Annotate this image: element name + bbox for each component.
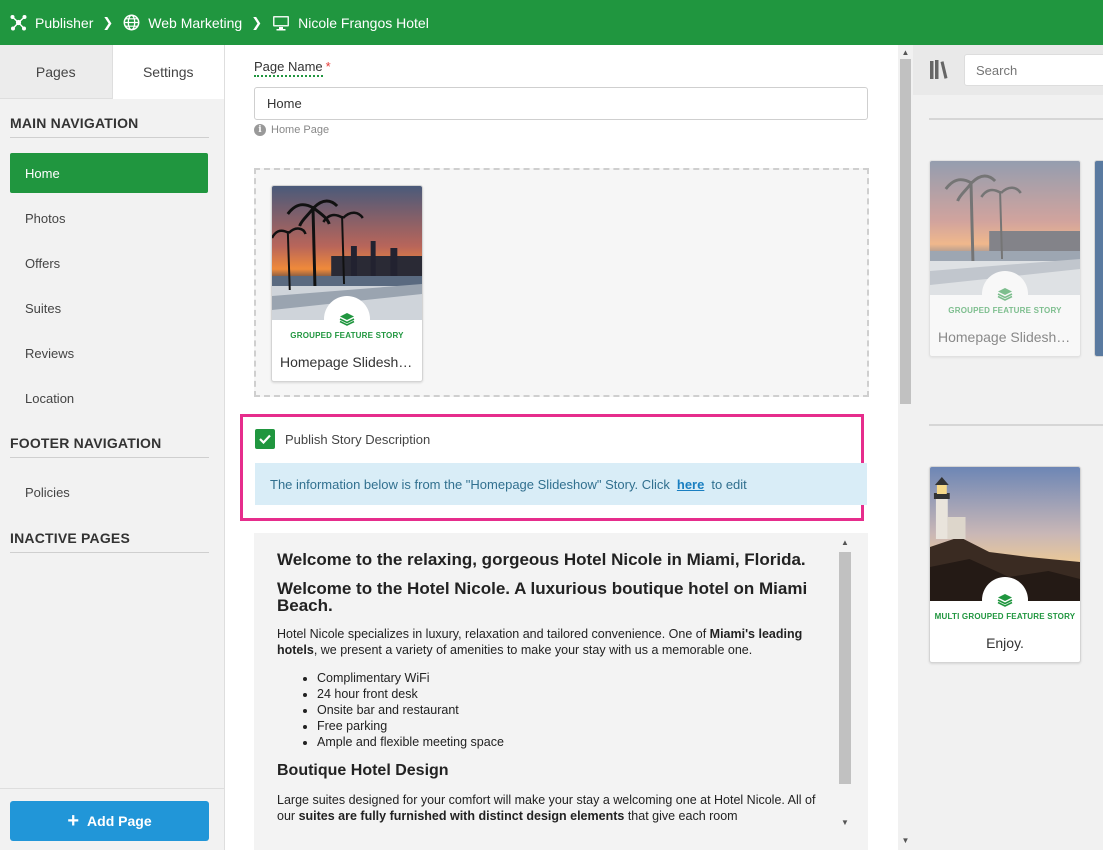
publish-description-section: Publish Story Description The informatio…	[240, 414, 867, 521]
add-page-label: Add Page	[87, 813, 152, 829]
library-card[interactable]: GROUPED FEATURE STORY Homepage Slideshow	[929, 160, 1081, 357]
plus-icon: +	[67, 810, 80, 832]
globe-icon	[123, 14, 140, 31]
story-kind-label: MULTI GROUPED FEATURE STORY	[934, 612, 1076, 621]
page-name-label-row: Page Name *	[254, 59, 331, 77]
library-icon[interactable]	[929, 59, 949, 86]
sidebar-item-photos[interactable]: Photos	[10, 198, 208, 238]
divider	[929, 424, 1103, 426]
preview-heading-2: Welcome to the Hotel Nicole. A luxurious…	[277, 579, 808, 615]
checkmark-icon	[259, 434, 271, 444]
footer-navigation-title: FOOTER NAVIGATION	[10, 435, 209, 458]
editor-scrollbar[interactable]: ▲ ▼	[898, 45, 913, 850]
sidebar-item-location[interactable]: Location	[10, 378, 208, 418]
edit-story-link[interactable]: here	[677, 477, 704, 492]
story-library-panel: GROUPED FEATURE STORY Homepage Slideshow	[913, 45, 1103, 850]
page-name-label: Page Name	[254, 59, 323, 77]
preview-scroll-thumb[interactable]	[839, 552, 851, 784]
required-mark: *	[325, 59, 331, 74]
library-card[interactable]: MULTI GROUPED FEATURE STORY Enjoy.	[929, 466, 1081, 663]
inactive-pages-title: INACTIVE PAGES	[10, 530, 209, 553]
preview-paragraph-2: Large suites designed for your comfort w…	[277, 793, 816, 823]
story-description-preview: Welcome to the relaxing, gorgeous Hotel …	[254, 533, 868, 850]
story-info-alert: The information below is from the "Homep…	[255, 463, 867, 505]
divider	[929, 118, 1103, 120]
editor-scroll-thumb[interactable]	[900, 59, 911, 404]
story-title: Homepage Slideshow	[280, 354, 417, 370]
sidebar-item-reviews[interactable]: Reviews	[10, 333, 208, 373]
list-item: Free parking	[317, 718, 832, 734]
tab-settings[interactable]: Settings	[112, 45, 224, 99]
breadcrumb-publisher[interactable]: Publisher	[10, 14, 93, 31]
tab-pages[interactable]: Pages	[0, 45, 113, 99]
preview-heading-3: Boutique Hotel Design	[277, 762, 449, 779]
story-title: Enjoy.	[986, 635, 1024, 651]
breadcrumb-hotel[interactable]: Nicole Frangos Hotel	[272, 15, 429, 31]
preview-scrollbar[interactable]: ▲ ▼	[839, 538, 851, 828]
sidebar-item-home[interactable]: Home	[10, 153, 208, 193]
breadcrumb-label: Nicole Frangos Hotel	[298, 14, 429, 31]
sidebar-item-offers[interactable]: Offers	[10, 243, 208, 283]
amenities-list: Complimentary WiFi 24 hour front desk On…	[317, 670, 832, 750]
list-item: Onsite bar and restaurant	[317, 702, 832, 718]
hint-text: Home Page	[271, 124, 330, 136]
publish-description-label: Publish Story Description	[285, 432, 431, 447]
top-breadcrumb-bar: Publisher ❯ Web Marketing ❯ Nicole Frang…	[0, 0, 1103, 45]
sidebar-tabs: Pages Settings	[0, 45, 224, 99]
sidebar-item-policies[interactable]: Policies	[10, 472, 208, 512]
list-item: Ample and flexible meeting space	[317, 734, 832, 750]
pages-sidebar: Pages Settings MAIN NAVIGATION Home Phot…	[0, 45, 225, 850]
chevron-right-icon: ❯	[102, 14, 114, 30]
add-page-button[interactable]: + Add Page	[10, 801, 209, 841]
library-header	[913, 45, 1103, 95]
breadcrumb-label: Publisher	[35, 14, 94, 31]
breadcrumb-web-marketing[interactable]: Web Marketing	[123, 14, 242, 31]
library-card-partial[interactable]	[1094, 160, 1103, 357]
page-name-hint: i Home Page	[254, 124, 329, 136]
sidebar-divider	[0, 788, 224, 789]
scroll-down-icon[interactable]: ▼	[839, 818, 851, 827]
story-kind-label: GROUPED FEATURE STORY	[290, 331, 404, 340]
breadcrumb-label: Web Marketing	[148, 14, 243, 31]
info-suffix: to edit	[711, 476, 747, 492]
scroll-down-icon[interactable]: ▼	[898, 836, 913, 845]
info-icon: i	[254, 124, 266, 136]
publish-description-checkbox[interactable]	[255, 429, 275, 449]
list-item: Complimentary WiFi	[317, 670, 832, 686]
preview-heading-1: Welcome to the relaxing, gorgeous Hotel …	[277, 550, 806, 569]
preview-content: Welcome to the relaxing, gorgeous Hotel …	[277, 551, 832, 836]
list-item: 24 hour front desk	[317, 686, 832, 702]
scroll-up-icon[interactable]: ▲	[839, 538, 851, 547]
story-card[interactable]: GROUPED FEATURE STORY Homepage Slideshow	[271, 185, 423, 382]
story-title: Homepage Slideshow	[938, 329, 1075, 345]
info-prefix: The information below is from the "Homep…	[270, 476, 670, 492]
main-navigation-title: MAIN NAVIGATION	[10, 115, 209, 138]
preview-paragraph-1: Hotel Nicole specializes in luxury, rela…	[277, 627, 803, 657]
chevron-right-icon: ❯	[251, 14, 263, 30]
library-search-input[interactable]	[964, 54, 1103, 86]
page-name-input[interactable]	[254, 87, 868, 120]
story-dropzone[interactable]: GROUPED FEATURE STORY Homepage Slideshow	[254, 168, 869, 397]
scroll-up-icon[interactable]: ▲	[898, 48, 913, 57]
monitor-icon	[272, 15, 290, 31]
story-kind-label: GROUPED FEATURE STORY	[948, 306, 1062, 315]
sidebar-item-suites[interactable]: Suites	[10, 288, 208, 328]
hub-icon	[10, 14, 27, 31]
page-editor: Page Name* i Home Page	[225, 45, 913, 850]
